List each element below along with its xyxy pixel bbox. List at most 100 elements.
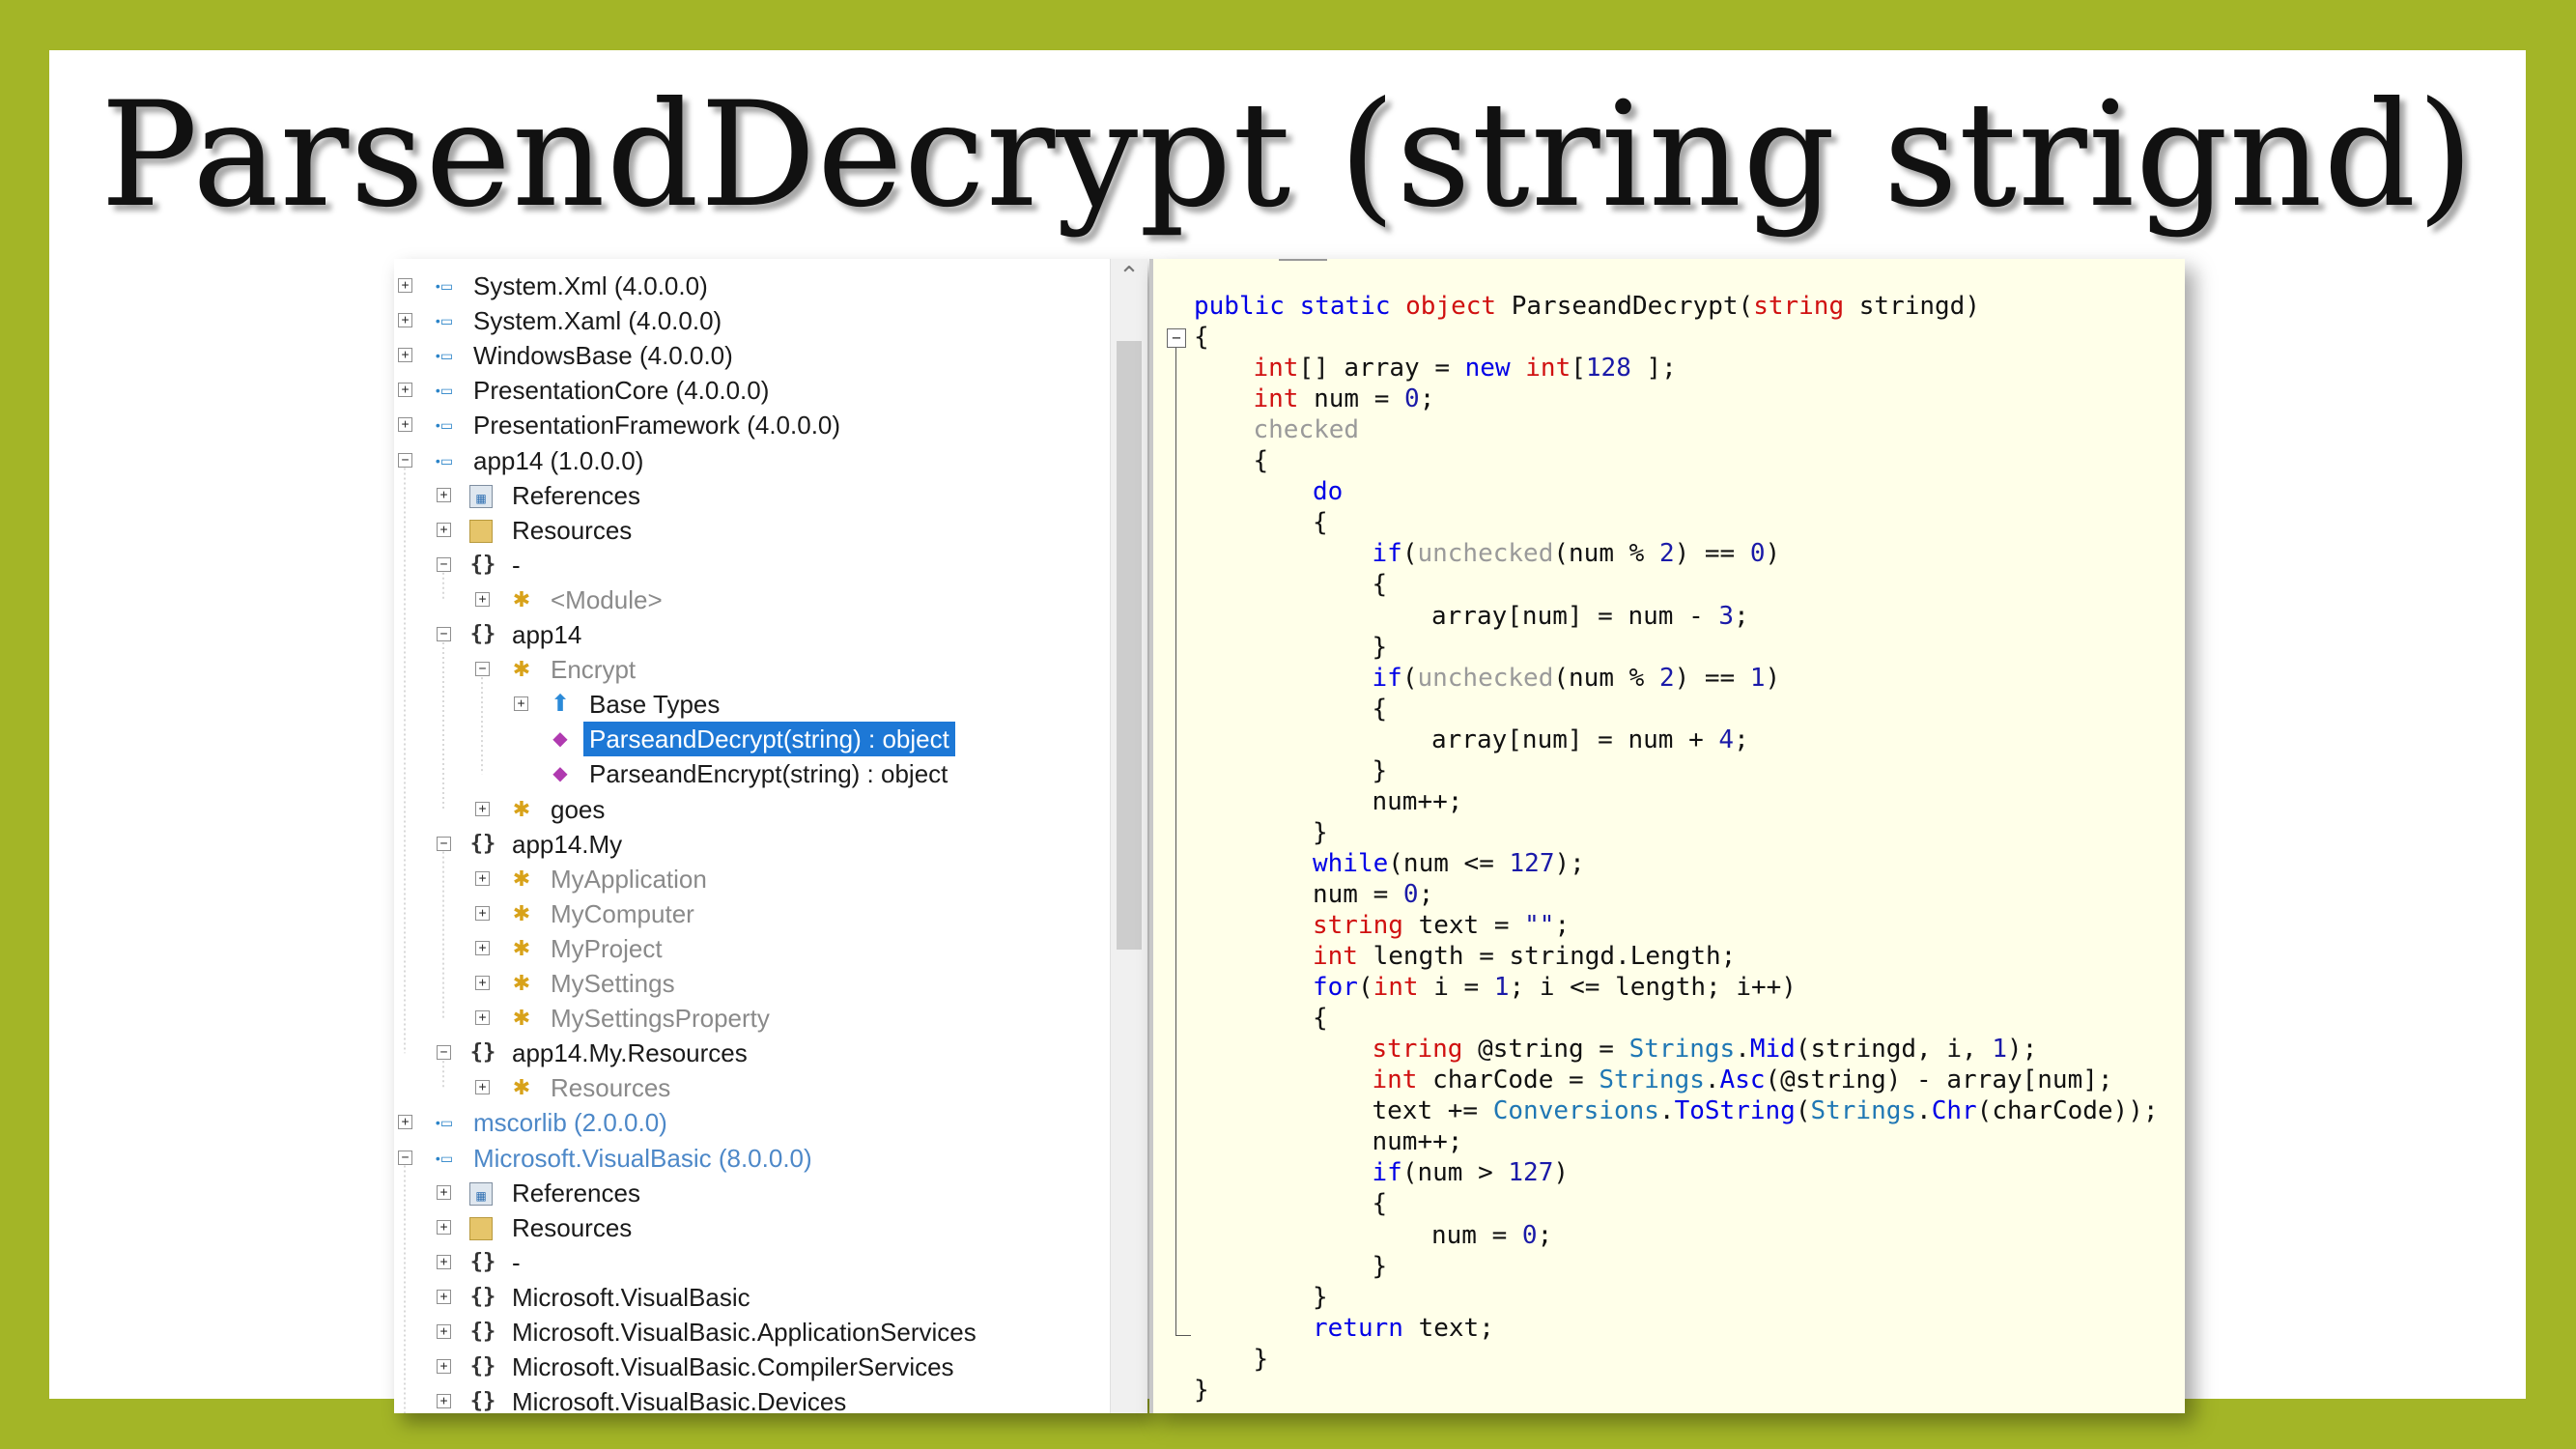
code-line: text += Conversions.ToString(Strings.Chr… (1372, 1096, 2159, 1126)
tree-item-label: ParseandEncrypt(string) : object (589, 759, 948, 789)
code-line: { (1253, 446, 1269, 476)
class-icon: ✱ (512, 900, 531, 925)
code-line: } (1194, 1375, 1209, 1405)
namespace-icon: {} (469, 1040, 496, 1065)
tree-item[interactable]: − •▭ Microsoft.VisualBasic (8.0.0.0) (394, 1141, 1109, 1176)
tree-item[interactable]: + {} Microsoft.VisualBasic.Devices (394, 1384, 1109, 1413)
tree-item[interactable]: + •▭ mscorlib (2.0.0.0) (394, 1105, 1109, 1140)
tree-item[interactable]: + •▭ PresentationFramework (4.0.0.0) (394, 408, 1109, 442)
tree-item-label: app14.My (512, 829, 623, 859)
expand-plus-icon[interactable]: + (475, 940, 490, 955)
tree-item-label: PresentationFramework (4.0.0.0) (473, 411, 841, 440)
tree-item[interactable]: + •▭ PresentationCore (4.0.0.0) (394, 373, 1109, 408)
expand-plus-icon[interactable]: + (475, 801, 490, 816)
tree-item[interactable]: − {} app14.My (394, 827, 1109, 862)
assembly-icon: •▭ (435, 417, 454, 434)
expand-plus-icon[interactable]: + (398, 417, 412, 433)
class-icon: ✱ (512, 935, 531, 960)
tree-item[interactable]: ◆ ParseandEncrypt(string) : object (394, 756, 1109, 791)
tree-item[interactable]: + ✱ goes (394, 792, 1109, 827)
collapse-minus-icon[interactable]: − (437, 556, 451, 572)
code-line: string text = ""; (1313, 911, 1571, 940)
namespace-icon: {} (469, 552, 496, 577)
tree-item[interactable]: − {} app14 (394, 617, 1109, 652)
class-icon: ✱ (512, 657, 531, 682)
tree-item[interactable]: − {} app14.My.Resources (394, 1036, 1109, 1070)
tree-item[interactable]: + ✱ MyProject (394, 931, 1109, 966)
expand-plus-icon[interactable]: + (475, 1080, 490, 1095)
tree-item[interactable]: − •▭ app14 (1.0.0.0) (394, 443, 1109, 478)
tree-item[interactable]: + ⬆ Base Types (394, 687, 1109, 722)
expand-plus-icon[interactable]: + (398, 383, 412, 398)
code-line: } (1372, 632, 1388, 662)
tree-item[interactable]: + •▭ System.Xaml (4.0.0.0) (394, 303, 1109, 338)
tree-item[interactable]: + ▦ References (394, 1176, 1109, 1210)
code-line: array[num] = num + 4; (1431, 724, 1749, 754)
expand-plus-icon[interactable]: + (475, 1010, 490, 1026)
expand-plus-icon[interactable]: + (398, 313, 412, 328)
scroll-up-arrow-icon[interactable]: ⌃ (1111, 259, 1147, 292)
expand-plus-icon[interactable]: + (514, 696, 528, 712)
collapse-toggle-icon[interactable]: − (1167, 328, 1186, 348)
expand-plus-icon[interactable]: + (437, 1324, 451, 1339)
collapse-minus-icon[interactable]: − (437, 1045, 451, 1061)
tree-item[interactable]: + •▭ WindowsBase (4.0.0.0) (394, 338, 1109, 373)
collapse-minus-icon[interactable]: − (437, 836, 451, 851)
expand-plus-icon[interactable]: + (437, 487, 451, 502)
namespace-icon: {} (469, 1320, 496, 1344)
tree-item[interactable]: + ▦ References (394, 478, 1109, 513)
tree-item-label: Microsoft.VisualBasic.Devices (512, 1387, 847, 1413)
expand-plus-icon[interactable]: + (437, 1289, 451, 1304)
tree-item[interactable]: − {} - (394, 548, 1109, 582)
collapse-minus-icon[interactable]: − (437, 627, 451, 641)
tree-item[interactable]: + {} Microsoft.VisualBasic.ApplicationServ… (394, 1315, 1109, 1350)
tree-item[interactable]: + ✱ Resources (394, 1070, 1109, 1105)
tree-item[interactable]: + ✱ MyComputer (394, 896, 1109, 931)
expand-plus-icon[interactable]: + (398, 278, 412, 293)
code-line: } (1253, 1344, 1269, 1374)
scroll-thumb[interactable] (1117, 341, 1142, 950)
expand-plus-icon[interactable]: + (475, 870, 490, 886)
tree-item[interactable]: + {} Microsoft.VisualBasic (394, 1280, 1109, 1315)
tree-item[interactable]: + Resources (394, 513, 1109, 548)
collapse-minus-icon[interactable]: − (398, 452, 412, 468)
tree-item-label: References (512, 480, 640, 510)
tree-item-label: <Module> (551, 584, 663, 614)
tree-item[interactable]: + ✱ MySettingsProperty (394, 1001, 1109, 1036)
tree-item[interactable]: − ✱ Encrypt (394, 652, 1109, 687)
tree-item-label: MyComputer (551, 898, 694, 928)
expand-plus-icon[interactable]: + (398, 348, 412, 363)
tree-scrollbar[interactable]: ⌃ (1110, 259, 1147, 1413)
collapse-minus-icon[interactable]: − (475, 662, 490, 677)
tree-item[interactable]: + ✱ <Module> (394, 582, 1109, 617)
class-icon: ✱ (512, 1075, 531, 1100)
tree-item[interactable]: + {} Microsoft.VisualBasic.CompilerService… (394, 1350, 1109, 1384)
expand-plus-icon[interactable]: + (398, 1115, 412, 1130)
tree-item[interactable]: + Resources (394, 1210, 1109, 1245)
tree-item[interactable]: + •▭ System.Xml (4.0.0.0) (394, 269, 1109, 303)
assembly-icon: •▭ (435, 348, 454, 364)
expand-plus-icon[interactable]: + (475, 905, 490, 921)
code-line: public static object ParseandDecrypt(str… (1194, 292, 1980, 321)
collapse-minus-icon[interactable]: − (398, 1150, 412, 1165)
code-line: { (1194, 323, 1209, 353)
tree-item-label: Base Types (589, 690, 721, 720)
expand-plus-icon[interactable]: + (437, 1184, 451, 1200)
expand-plus-icon[interactable]: + (437, 1254, 451, 1269)
tree-item[interactable]: + ✱ MyApplication (394, 862, 1109, 896)
expand-plus-icon[interactable]: + (475, 591, 490, 607)
code-line: } (1313, 817, 1328, 847)
expand-plus-icon[interactable]: + (437, 1219, 451, 1235)
expand-plus-icon[interactable]: + (437, 522, 451, 537)
namespace-icon: {} (469, 1284, 496, 1309)
expand-plus-icon[interactable]: + (437, 1359, 451, 1375)
expand-plus-icon[interactable]: + (437, 1394, 451, 1409)
expand-plus-icon[interactable]: + (475, 976, 490, 990)
tree-item[interactable]: + {} - (394, 1245, 1109, 1280)
tree-item-label: Encrypt (551, 655, 637, 685)
tree-item[interactable]: + ✱ MySettings (394, 966, 1109, 1001)
tree-item[interactable]: ◆ ParseandDecrypt(string) : object (394, 722, 1109, 757)
assembly-tree-panel[interactable]: + •▭ System.Xml (4.0.0.0) + •▭ System.Xaml (4… (394, 259, 1147, 1413)
code-line: num = 0; (1313, 879, 1434, 909)
code-viewer[interactable]: − public static object ParseandDecrypt(s… (1149, 259, 2185, 1413)
